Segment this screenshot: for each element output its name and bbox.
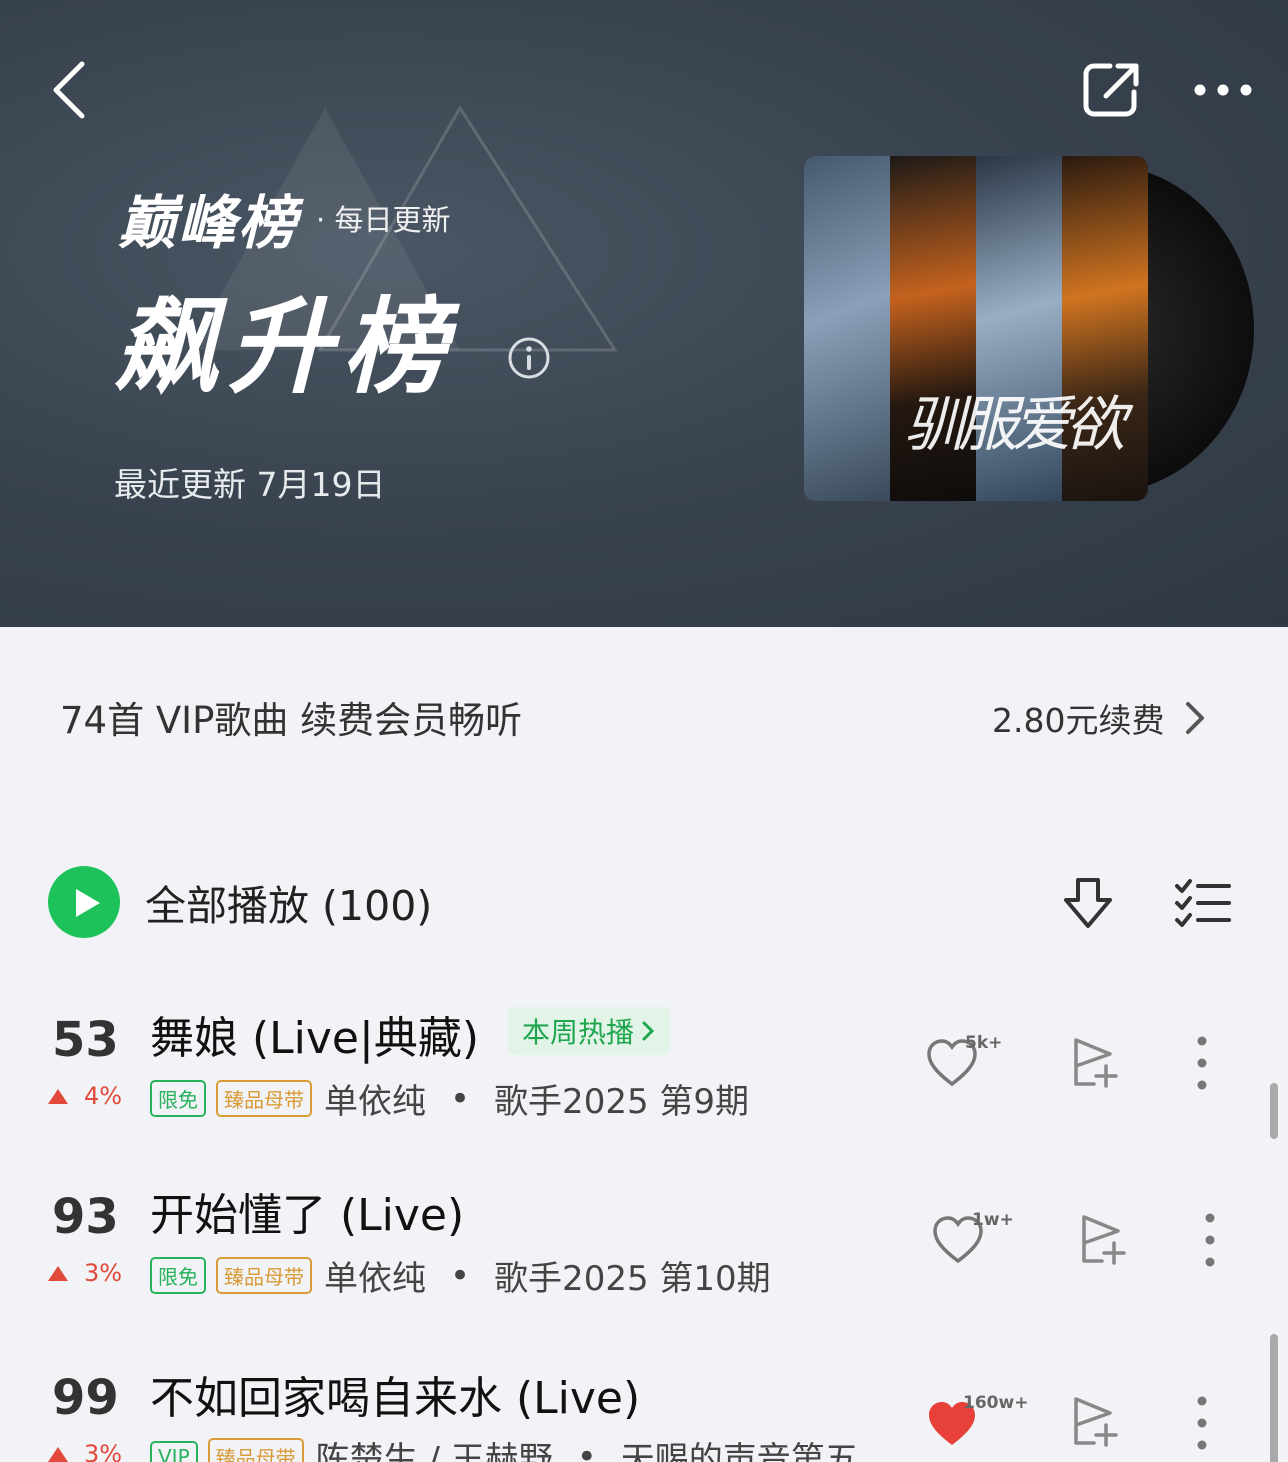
trend-up-icon bbox=[48, 1088, 68, 1104]
song-title: 舞娘 (Live|典藏) bbox=[150, 1013, 479, 1064]
rank-trend: 4% bbox=[48, 1082, 122, 1110]
song-album: 歌手2025 第9期 bbox=[494, 1082, 750, 1122]
song-meta: VIP 臻品母带 陈楚生 / 王赫野 • 天赐的声音第五 bbox=[150, 1432, 859, 1462]
song-rank: 93 bbox=[52, 1189, 119, 1245]
song-album: 天赐的声音第五 bbox=[620, 1440, 859, 1462]
update-date: 最近更新 7月19日 bbox=[114, 465, 386, 504]
song-album: 歌手2025 第10期 bbox=[494, 1259, 771, 1299]
like-count: 5k+ bbox=[965, 1033, 1003, 1053]
song-meta: 限免 臻品母带 单依纯 • 歌手2025 第10期 bbox=[150, 1251, 771, 1300]
brand-name: 巅峰榜 bbox=[118, 189, 299, 257]
multi-select-icon[interactable] bbox=[1174, 878, 1232, 928]
chart-header: 巅峰榜 · 每日更新 飙升榜 最近更新 7月19日 驯服爱欲 bbox=[0, 0, 1288, 627]
add-to-playlist-icon[interactable] bbox=[1072, 1036, 1124, 1090]
play-icon bbox=[48, 866, 120, 938]
back-icon[interactable] bbox=[46, 58, 96, 122]
renew-button[interactable]: 2.80元续费 bbox=[992, 694, 1208, 742]
separator: • bbox=[450, 1255, 471, 1296]
trend-up-icon bbox=[48, 1446, 68, 1462]
song-artist: 单依纯 bbox=[324, 1259, 426, 1299]
info-icon[interactable] bbox=[507, 336, 551, 380]
download-icon[interactable] bbox=[1060, 876, 1116, 932]
cover-title: 驯服爱欲 bbox=[904, 390, 1126, 460]
album-cover[interactable]: 驯服爱欲 bbox=[804, 156, 1254, 501]
master-tag: 臻品母带 bbox=[216, 1257, 312, 1294]
row-more-icon[interactable] bbox=[1204, 1212, 1216, 1268]
add-to-playlist-icon[interactable] bbox=[1080, 1213, 1132, 1267]
song-artist: 单依纯 bbox=[324, 1082, 426, 1122]
vip-banner-text: 74首 VIP歌曲 续费会员畅听 bbox=[60, 699, 523, 742]
brand: 巅峰榜 · 每日更新 bbox=[118, 176, 450, 260]
chevron-right-icon bbox=[1186, 702, 1205, 734]
row-more-icon[interactable] bbox=[1196, 1035, 1208, 1091]
row-more-icon[interactable] bbox=[1196, 1395, 1208, 1451]
more-icon[interactable] bbox=[1190, 74, 1260, 106]
renew-label: 2.80元续费 bbox=[992, 701, 1165, 740]
chart-title: 飙升榜 bbox=[114, 286, 457, 408]
song-meta: 限免 臻品母带 单依纯 • 歌手2025 第9期 bbox=[150, 1074, 749, 1123]
free-tag: 限免 bbox=[150, 1080, 206, 1117]
like-count: 160w+ bbox=[963, 1393, 1029, 1413]
free-tag: 限免 bbox=[150, 1257, 206, 1294]
song-title: 不如回家喝自来水 (Live) bbox=[150, 1373, 641, 1424]
rank-trend: 3% bbox=[48, 1259, 122, 1287]
cover-art: 驯服爱欲 bbox=[804, 156, 1148, 501]
share-icon[interactable] bbox=[1080, 58, 1144, 122]
song-rank: 53 bbox=[52, 1012, 119, 1068]
hot-tag[interactable]: 本周热播 bbox=[508, 1007, 671, 1055]
song-rank: 99 bbox=[52, 1370, 119, 1426]
chevron-right-icon bbox=[642, 1021, 655, 1041]
like-count: 1w+ bbox=[972, 1210, 1014, 1230]
master-tag: 臻品母带 bbox=[216, 1080, 312, 1117]
song-title: 开始懂了 (Live) bbox=[150, 1190, 465, 1241]
master-tag: 臻品母带 bbox=[207, 1438, 304, 1462]
brand-subtitle: · 每日更新 bbox=[316, 203, 451, 237]
trend-up-icon bbox=[48, 1265, 68, 1281]
scrollbar[interactable] bbox=[1270, 1334, 1278, 1462]
separator: • bbox=[450, 1078, 471, 1119]
vip-tag: VIP bbox=[150, 1440, 198, 1462]
song-artist: 陈楚生 / 王赫野 bbox=[315, 1440, 553, 1462]
rank-trend: 3% bbox=[48, 1440, 122, 1462]
scrollbar[interactable] bbox=[1270, 1083, 1278, 1139]
add-to-playlist-icon[interactable] bbox=[1072, 1395, 1124, 1449]
separator: • bbox=[576, 1436, 597, 1462]
play-all-label: 全部播放 (100) bbox=[145, 882, 433, 930]
play-all-button[interactable]: 全部播放 (100) bbox=[48, 866, 432, 938]
